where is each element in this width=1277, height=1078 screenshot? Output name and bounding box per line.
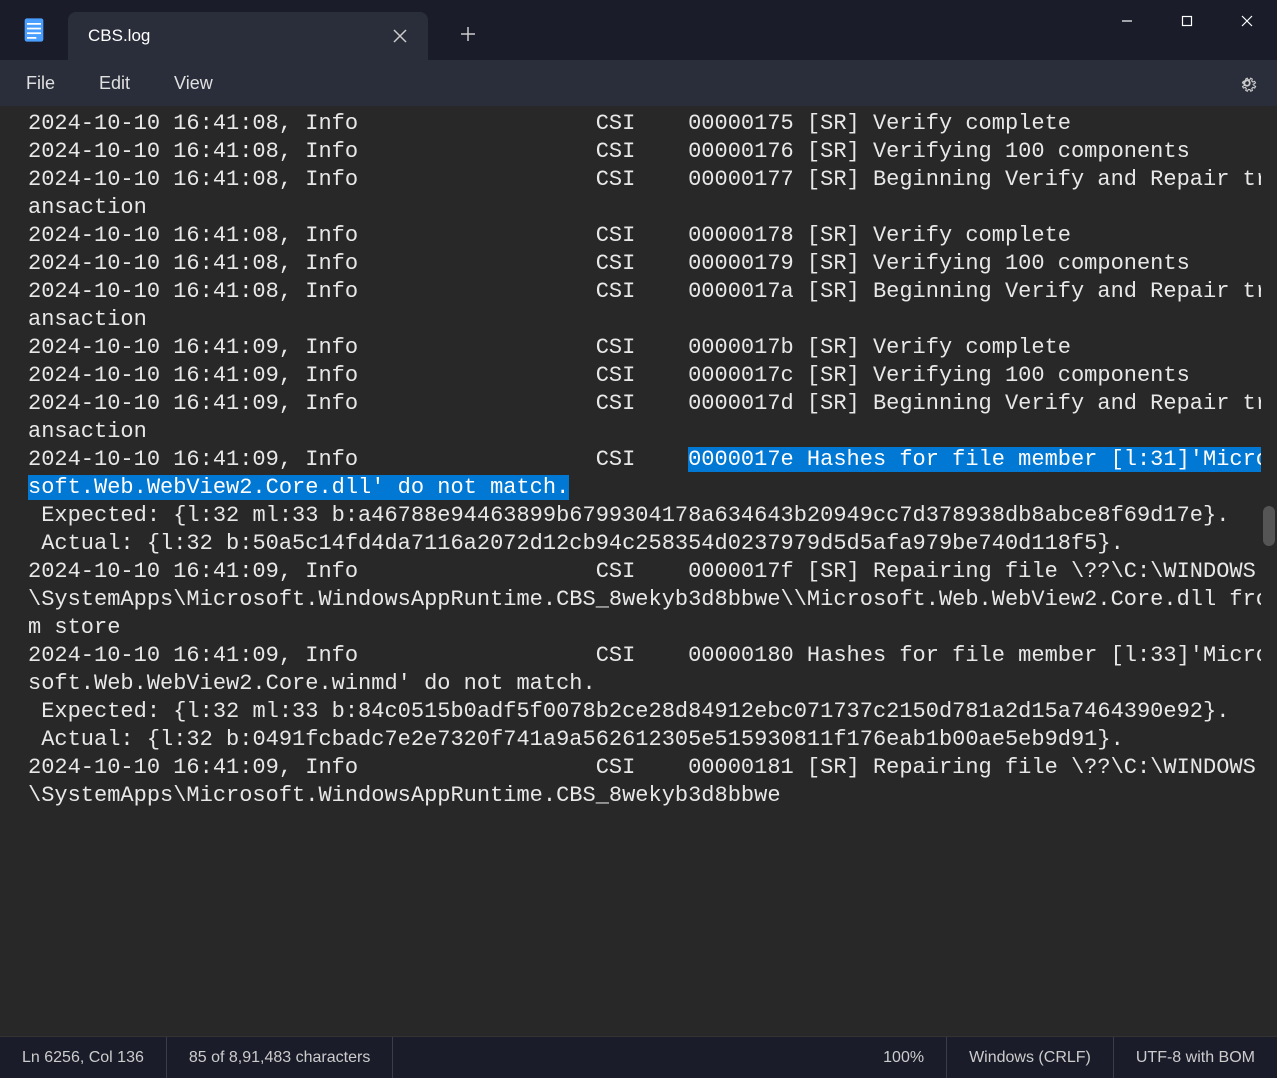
vertical-scrollbar[interactable]: [1261, 106, 1277, 1036]
log-line: Actual: {l:32 b:50a5c14fd4da7116a2072d12…: [28, 531, 1124, 556]
maximize-button[interactable]: [1157, 0, 1217, 42]
window-controls: [1097, 0, 1277, 42]
minimize-button[interactable]: [1097, 0, 1157, 42]
log-line: 2024-10-10 16:41:08, Info CSI 00000177 […: [28, 167, 1269, 220]
close-tab-icon[interactable]: [386, 22, 414, 50]
log-line: 2024-10-10 16:41:09, Info CSI 00000180 H…: [28, 643, 1269, 696]
tab-cbs-log[interactable]: CBS.log: [68, 12, 428, 60]
tab-title: CBS.log: [88, 26, 386, 46]
log-line: Expected: {l:32 ml:33 b:84c0515b0adf5f00…: [28, 699, 1229, 724]
menu-file[interactable]: File: [4, 65, 77, 102]
scrollbar-thumb[interactable]: [1263, 506, 1275, 546]
log-line: 2024-10-10 16:41:09, Info CSI 0000017b […: [28, 335, 1071, 360]
log-line: Actual: {l:32 b:0491fcbadc7e2e7320f741a9…: [28, 727, 1124, 752]
titlebar: CBS.log: [0, 0, 1277, 60]
settings-button[interactable]: [1229, 65, 1265, 101]
menu-view[interactable]: View: [152, 65, 235, 102]
log-line: 2024-10-10 16:41:08, Info CSI 00000178 […: [28, 223, 1071, 248]
line-ending[interactable]: Windows (CRLF): [947, 1037, 1114, 1078]
log-line: 2024-10-10 16:41:09, Info CSI 0000017d […: [28, 391, 1269, 444]
selected-text: 0000017e Hashes for file member: [688, 447, 1110, 472]
menu-edit[interactable]: Edit: [77, 65, 152, 102]
log-line-prefix: 2024-10-10 16:41:09, Info CSI: [28, 447, 688, 472]
gear-icon: [1236, 72, 1258, 94]
log-line: 2024-10-10 16:41:09, Info CSI 0000017f […: [28, 559, 1269, 640]
cursor-position[interactable]: Ln 6256, Col 136: [0, 1037, 167, 1078]
new-tab-button[interactable]: [448, 14, 488, 54]
log-line: 2024-10-10 16:41:09, Info CSI 00000181 […: [28, 755, 1256, 808]
log-line: 2024-10-10 16:41:08, Info CSI 00000179 […: [28, 251, 1190, 276]
log-line: 2024-10-10 16:41:09, Info CSI 0000017c […: [28, 363, 1190, 388]
text-editor[interactable]: 2024-10-10 16:41:08, Info CSI 00000175 […: [0, 106, 1277, 1036]
close-window-button[interactable]: [1217, 0, 1277, 42]
log-line: 2024-10-10 16:41:08, Info CSI 0000017a […: [28, 279, 1269, 332]
log-line: 2024-10-10 16:41:08, Info CSI 00000176 […: [28, 139, 1190, 164]
editor-content[interactable]: 2024-10-10 16:41:08, Info CSI 00000175 […: [0, 106, 1277, 810]
statusbar: Ln 6256, Col 136 85 of 8,91,483 characte…: [0, 1036, 1277, 1078]
log-line: 2024-10-10 16:41:08, Info CSI 00000175 […: [28, 111, 1071, 136]
notepad-app-icon: [18, 14, 50, 46]
log-line: Expected: {l:32 ml:33 b:a46788e94463899b…: [28, 503, 1229, 528]
encoding[interactable]: UTF-8 with BOM: [1114, 1037, 1277, 1078]
character-count[interactable]: 85 of 8,91,483 characters: [167, 1037, 393, 1078]
zoom-level[interactable]: 100%: [861, 1037, 947, 1078]
menubar: File Edit View: [0, 60, 1277, 106]
